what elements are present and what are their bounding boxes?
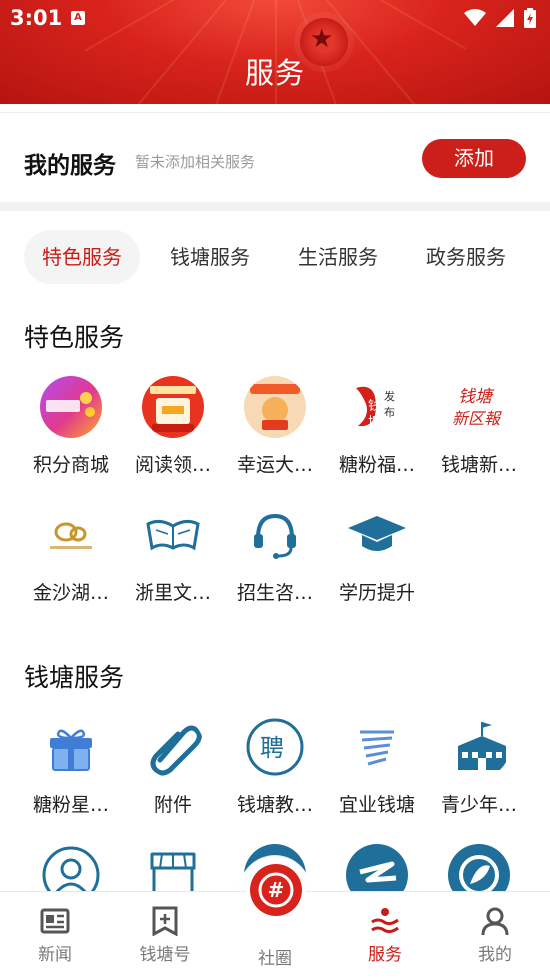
service-item-label: 钱塘教… [236, 794, 313, 816]
svg-text:#: # [268, 878, 285, 902]
service-item-label: 青少年… [440, 794, 517, 816]
service-item-label: 学历提升 [338, 582, 415, 604]
tab-qiantang[interactable]: 钱塘服务 [152, 230, 268, 284]
nav-label: 钱塘号 [139, 945, 191, 965]
points-mall-icon [40, 376, 102, 438]
service-item-label: 浙里文… [134, 582, 211, 604]
tab-government[interactable]: 政务服务 [408, 230, 524, 284]
service-item-qiantang-news[interactable]: 钱塘新区報 钱塘新… [428, 376, 530, 477]
service-item-label: 阅读领… [134, 454, 211, 476]
nav-mine[interactable]: 我的 [440, 892, 550, 979]
service-item-attachment[interactable]: 附件 [122, 716, 224, 817]
graduation-cap-icon [346, 504, 408, 566]
svg-text:钱塘: 钱塘 [458, 387, 495, 407]
gift-icon [40, 716, 102, 778]
service-item-label: 钱塘新… [440, 454, 517, 476]
service-tabs: 特色服务 钱塘服务 生活服务 政务服务 [24, 230, 536, 284]
headset-icon [244, 504, 306, 566]
nav-label: 社圈 [258, 949, 292, 969]
nav-label: 新闻 [38, 945, 72, 965]
user-icon [481, 907, 509, 936]
service-item-label: 招生咨… [236, 582, 313, 604]
svg-text:发: 发 [384, 389, 395, 403]
jinsha-lake-icon [40, 504, 102, 566]
service-item-yiye-qiantang[interactable]: 宜业钱塘 [326, 716, 428, 817]
wifi-icon [464, 9, 486, 26]
newspaper-icon [40, 908, 70, 934]
section-divider [0, 202, 550, 211]
service-item-zheli-culture[interactable]: 浙里文… [122, 504, 224, 605]
service-item-label: 糖粉星… [32, 794, 109, 816]
my-service-title: 我的服务 [24, 153, 116, 179]
service-item-label: 糖粉福… [338, 454, 415, 476]
fan-benefits-icon: 钱塘发布 [346, 376, 408, 438]
header-banner: ★ 3:01 A 服务 [0, 0, 550, 104]
tab-life[interactable]: 生活服务 [280, 230, 396, 284]
status-time: 3:01 [10, 6, 63, 30]
school-building-icon [448, 716, 510, 778]
service-item-label: 附件 [153, 794, 192, 816]
nav-news[interactable]: 新闻 [0, 892, 110, 979]
recruit-icon: 聘 [244, 716, 306, 778]
service-item-reading-reward[interactable]: 阅读领… [122, 376, 224, 477]
svg-text:塘: 塘 [368, 414, 381, 430]
wave-logo-icon [346, 716, 408, 778]
service-item-label: 宜业钱塘 [338, 794, 415, 816]
my-service-panel: 我的服务 暂未添加相关服务 添加 [0, 112, 550, 202]
bookmark-plus-icon [152, 906, 178, 936]
signal-icon [496, 9, 514, 27]
svg-text:布: 布 [384, 406, 395, 419]
service-item-label: 幸运大… [236, 454, 313, 476]
page-title: 服务 [244, 56, 305, 90]
service-item-fan-star[interactable]: 糖粉星… [20, 716, 122, 817]
notification-badge-icon: A [71, 11, 85, 25]
service-item-jinsha-lake[interactable]: 金沙湖… [20, 504, 122, 605]
lucky-draw-icon [244, 376, 306, 438]
svg-text:新区報: 新区報 [452, 409, 502, 428]
section-title-qiantang: 钱塘服务 [24, 663, 125, 692]
nav-qiantang-hao[interactable]: 钱塘号 [110, 892, 220, 979]
hashtag-icon: # [258, 872, 294, 908]
service-item-label: 金沙湖… [32, 582, 109, 604]
service-item-enrollment[interactable]: 招生咨… [224, 504, 326, 605]
svg-text:钱: 钱 [368, 399, 381, 414]
open-book-icon [142, 504, 204, 566]
service-item-fan-benefits[interactable]: 钱塘发布 糖粉福… [326, 376, 428, 477]
reading-reward-icon [142, 376, 204, 438]
nav-label: 我的 [478, 945, 512, 965]
community-center-button[interactable]: # [250, 864, 302, 916]
nav-service[interactable]: 服务 [330, 892, 440, 979]
service-item-qiantang-education[interactable]: 聘 钱塘教… [224, 716, 326, 817]
status-bar: 3:01 A [0, 0, 550, 38]
svg-text:聘: 聘 [260, 734, 284, 762]
paperclip-icon [142, 716, 204, 778]
section-title-featured: 特色服务 [24, 323, 125, 352]
my-service-hint: 暂未添加相关服务 [135, 153, 256, 171]
service-item-points-mall[interactable]: 积分商城 [20, 376, 122, 477]
service-item-label: 积分商城 [32, 454, 109, 476]
battery-icon [524, 8, 536, 28]
service-item-youth[interactable]: 青少年… [428, 716, 530, 817]
tab-featured[interactable]: 特色服务 [24, 230, 140, 284]
service-icon [371, 908, 399, 934]
service-item-degree-upgrade[interactable]: 学历提升 [326, 504, 428, 605]
add-service-button[interactable]: 添加 [422, 139, 526, 178]
qiantang-news-icon: 钱塘 新区報 [448, 376, 510, 438]
service-item-lucky-draw[interactable]: 幸运大… [224, 376, 326, 477]
nav-label: 服务 [368, 945, 402, 965]
